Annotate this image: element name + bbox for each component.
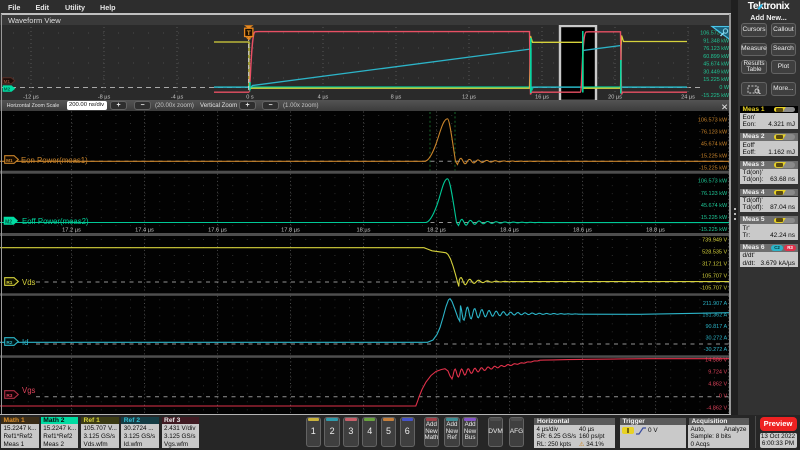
svg-text:317.121 V: 317.121 V: [702, 261, 727, 267]
svg-text:76.123 kW: 76.123 kW: [701, 190, 728, 196]
svg-text:14.586 V: 14.586 V: [705, 357, 727, 363]
svg-text:105.707 V: 105.707 V: [702, 273, 727, 279]
svg-text:M1: M1: [3, 79, 10, 84]
svg-text:30.449 kW: 30.449 kW: [703, 69, 730, 75]
svg-text:30.272 A: 30.272 A: [705, 335, 727, 341]
svg-text:17.2 µs: 17.2 µs: [62, 227, 81, 233]
svg-text:17.4 µs: 17.4 µs: [135, 227, 154, 233]
svg-text:18 µs: 18 µs: [356, 227, 370, 233]
svg-text:M2: M2: [5, 219, 12, 225]
svg-text:76.123 kW: 76.123 kW: [701, 129, 728, 135]
svg-text:15.225 kW: 15.225 kW: [701, 215, 728, 221]
svg-text:-15.225 kW: -15.225 kW: [701, 93, 729, 99]
svg-text:-4.862 V: -4.862 V: [706, 405, 727, 411]
svg-text:45.674 kW: 45.674 kW: [703, 62, 730, 68]
svg-text:15.225 kW: 15.225 kW: [701, 153, 728, 159]
svg-text:739.949 V: 739.949 V: [702, 237, 727, 243]
svg-text:4.862 V: 4.862 V: [708, 381, 727, 387]
svg-text:60.899 kW: 60.899 kW: [703, 54, 730, 60]
svg-text:17.8 µs: 17.8 µs: [281, 227, 300, 233]
svg-text:91.348 kW: 91.348 kW: [703, 39, 730, 45]
svg-text:90.817 A: 90.817 A: [705, 324, 727, 330]
svg-text:-30.272 A: -30.272 A: [704, 347, 728, 353]
svg-text:-105.707 V: -105.707 V: [700, 285, 727, 291]
svg-text:18.6 µs: 18.6 µs: [573, 227, 592, 233]
svg-text:18.2 µs: 18.2 µs: [427, 227, 446, 233]
svg-text:45.674 kW: 45.674 kW: [701, 202, 728, 208]
svg-text:151.362 A: 151.362 A: [702, 312, 727, 318]
svg-text:106.573 kW: 106.573 kW: [698, 178, 728, 184]
svg-text:9.724 V: 9.724 V: [708, 369, 727, 375]
svg-text:106.573 kW: 106.573 kW: [698, 117, 728, 123]
svg-text:18.8 µs: 18.8 µs: [646, 227, 665, 233]
svg-text:-15.225 kW: -15.225 kW: [699, 227, 728, 233]
svg-text:76.123 kW: 76.123 kW: [703, 46, 730, 52]
svg-text:R1: R1: [6, 280, 12, 286]
svg-text:T: T: [247, 30, 251, 37]
svg-text:M1: M1: [6, 159, 13, 165]
svg-text:M2: M2: [3, 87, 10, 92]
svg-text:45.674 kW: 45.674 kW: [701, 141, 728, 147]
svg-text:15.225 kW: 15.225 kW: [703, 77, 730, 83]
svg-text:R2: R2: [6, 340, 12, 346]
svg-text:211.907 A: 211.907 A: [703, 300, 728, 306]
svg-text:528.535 V: 528.535 V: [702, 249, 727, 255]
svg-text:18.4 µs: 18.4 µs: [500, 227, 519, 233]
svg-text:17.6 µs: 17.6 µs: [208, 227, 227, 233]
svg-text:-15.225 kW: -15.225 kW: [699, 165, 728, 171]
svg-text:0 V: 0 V: [719, 393, 728, 399]
svg-text:R3: R3: [6, 393, 12, 399]
